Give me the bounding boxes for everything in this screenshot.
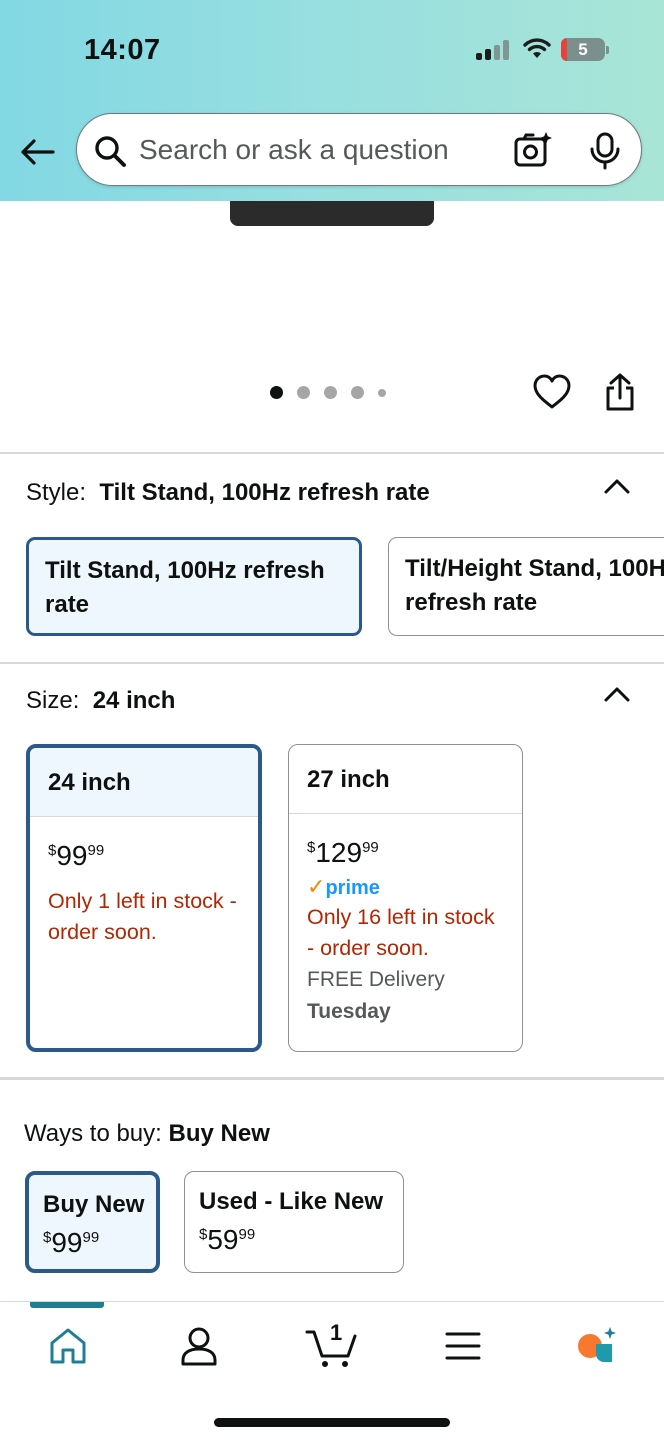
chevron-up-icon[interactable]: [602, 474, 632, 498]
share-icon[interactable]: [602, 372, 638, 412]
active-tab-indicator: [30, 1302, 104, 1308]
microphone-icon[interactable]: [587, 132, 623, 170]
arrow-left-icon: [21, 139, 55, 165]
style-label: Style:: [26, 479, 87, 506]
back-button[interactable]: [18, 132, 58, 172]
stock-warning: Only 1 left in stock - order soon.: [48, 889, 237, 944]
size-selected-value: 24 inch: [92, 687, 176, 714]
camera-lens-icon[interactable]: [513, 130, 553, 170]
wifi-icon: [523, 38, 551, 58]
style-option-tilt-height-stand[interactable]: Tilt/Height Stand, 100Hz refresh rate: [388, 537, 664, 636]
prime-check-icon: ✓: [307, 874, 326, 899]
size-section-title: Size: 24 inch: [26, 687, 175, 715]
style-section-title: Style: Tilt Stand, 100Hz refresh rate: [26, 479, 430, 507]
bottom-navigation: 1: [0, 1301, 664, 1440]
section-divider: [0, 452, 664, 454]
home-icon[interactable]: [46, 1324, 90, 1368]
buy-option-price: $9999: [43, 1227, 100, 1258]
image-carousel-indicator: [270, 386, 400, 399]
carousel-dot: [297, 386, 310, 399]
chevron-up-icon[interactable]: [602, 682, 632, 706]
heart-icon[interactable]: [532, 372, 572, 412]
section-divider: [0, 662, 664, 664]
buy-option-new[interactable]: Buy New $9999: [25, 1171, 160, 1273]
size-option-price: $12999: [307, 837, 379, 868]
section-divider: [0, 1077, 664, 1080]
size-label: Size:: [26, 687, 80, 714]
stock-warning: Only 16 left in stock - order soon.: [307, 905, 495, 960]
search-bar[interactable]: [76, 113, 642, 186]
cart-count-badge: 1: [330, 1320, 343, 1345]
cart-button[interactable]: 1: [304, 1318, 360, 1370]
buy-option-title: Buy New: [43, 1191, 145, 1218]
carousel-dot: [378, 388, 386, 397]
size-option-price: $9999: [48, 840, 105, 871]
ways-to-buy-title: Ways to buy: Buy New: [24, 1120, 270, 1148]
delivery-info: FREE Delivery Tuesday: [307, 968, 445, 1023]
carousel-dot: [351, 386, 364, 399]
size-option-27-inch[interactable]: 27 inch $12999 ✓prime Only 16 left in st…: [288, 744, 523, 1052]
style-option-label: Tilt Stand, 100Hz refresh rate: [45, 557, 325, 618]
ways-to-buy-selected-value: Buy New: [168, 1120, 270, 1147]
battery-indicator: 5: [561, 38, 609, 61]
status-time: 14:07: [84, 34, 161, 66]
prime-badge: ✓prime: [307, 874, 380, 899]
account-icon[interactable]: [177, 1324, 221, 1368]
size-option-name: 27 inch: [289, 745, 522, 814]
rufus-assistant-icon[interactable]: [574, 1324, 618, 1368]
ways-to-buy-label: Ways to buy:: [24, 1120, 162, 1147]
style-option-label: Tilt/Height Stand, 100Hz refresh rate: [405, 555, 664, 616]
product-image[interactable]: [230, 201, 434, 226]
buy-option-title: Used - Like New: [199, 1188, 384, 1215]
carousel-dot: [324, 386, 337, 399]
app-header: 14:07 5: [0, 0, 664, 201]
style-selected-value: Tilt Stand, 100Hz refresh rate: [99, 479, 430, 506]
carousel-dot: [270, 386, 283, 399]
buy-option-price: $5999: [199, 1224, 256, 1255]
menu-icon[interactable]: [441, 1324, 485, 1368]
style-option-tilt-stand[interactable]: Tilt Stand, 100Hz refresh rate: [26, 537, 362, 636]
size-option-24-inch[interactable]: 24 inch $9999 Only 1 left in stock - ord…: [26, 744, 262, 1052]
size-option-name: 24 inch: [30, 748, 258, 817]
search-icon: [95, 136, 126, 167]
search-input[interactable]: [139, 128, 469, 172]
cellular-signal-icon: [476, 40, 510, 60]
buy-option-used-like-new[interactable]: Used - Like New $5999: [184, 1171, 404, 1273]
home-indicator: [214, 1418, 450, 1427]
